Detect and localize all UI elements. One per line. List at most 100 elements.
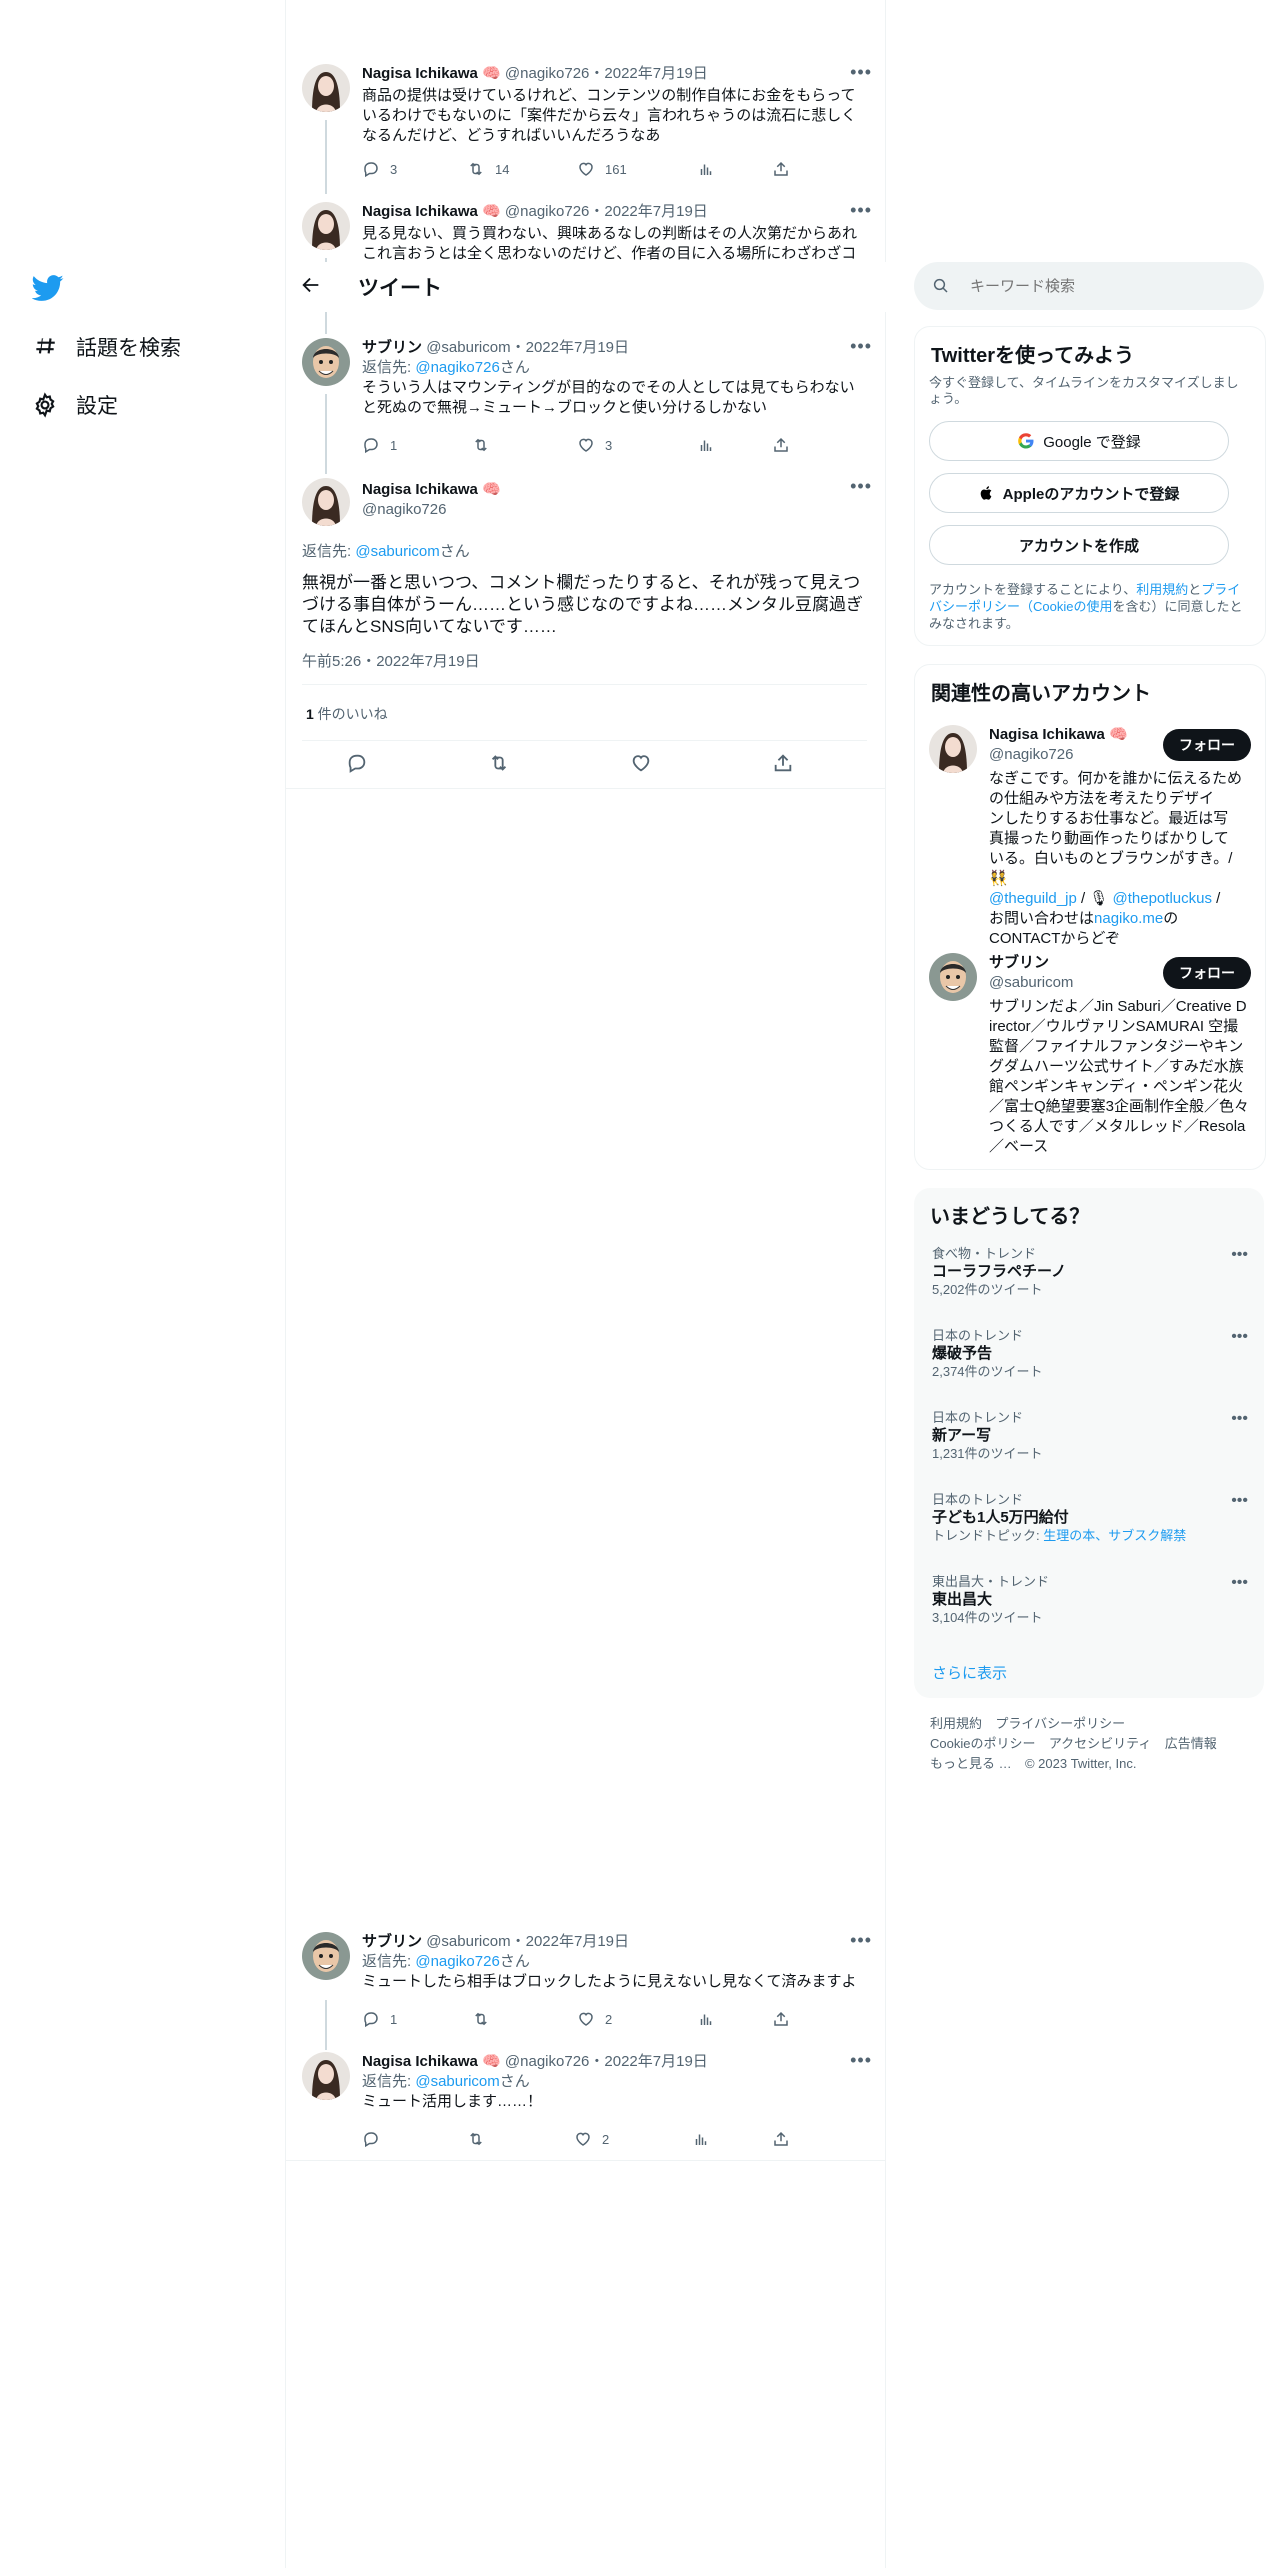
- more-options-icon[interactable]: •••: [850, 1930, 872, 1951]
- like-button[interactable]: 2: [574, 2130, 609, 2148]
- apple-signup-button[interactable]: Appleのアカウントで登録: [929, 473, 1229, 513]
- display-name[interactable]: サブリン: [362, 339, 422, 356]
- avatar[interactable]: [302, 478, 350, 526]
- likes-summary[interactable]: 1 件のいいね: [306, 704, 388, 724]
- display-name[interactable]: Nagisa Ichikawa 🧠: [362, 2053, 501, 2070]
- account-name[interactable]: Nagisa Ichikawa 🧠: [989, 725, 1128, 745]
- reply-handle-link[interactable]: @saburicom: [415, 2073, 499, 2090]
- more-options-icon[interactable]: •••: [1231, 1574, 1248, 1592]
- trend-item[interactable]: 東出昌大・トレンド 東出昌大 3,104件のツイート •••: [932, 1574, 1248, 1626]
- account-handle[interactable]: @saburicom: [989, 973, 1073, 993]
- reply-button[interactable]: 1: [362, 436, 397, 454]
- footer-terms-link[interactable]: 利用規約: [930, 1716, 982, 1731]
- share-button[interactable]: [772, 2010, 790, 2028]
- more-options-icon[interactable]: •••: [850, 62, 872, 83]
- trend-item[interactable]: 日本のトレンド 子ども1人5万円給付 トレンドトピック: 生理の本、サブスク解禁…: [932, 1492, 1248, 1544]
- tweet-date[interactable]: 2022年7月19日: [604, 65, 707, 82]
- reply-handle-link[interactable]: @saburicom: [355, 543, 439, 560]
- user-handle[interactable]: @saburicom: [426, 339, 510, 356]
- share-button[interactable]: [772, 752, 794, 779]
- footer-accessibility-link[interactable]: アクセシビリティ: [1049, 1736, 1152, 1751]
- trend-topics-links[interactable]: 生理の本、サブスク解禁: [1043, 1528, 1186, 1543]
- avatar[interactable]: [302, 2052, 350, 2100]
- more-options-icon[interactable]: •••: [850, 476, 872, 497]
- retweet-button[interactable]: [472, 2010, 500, 2028]
- avatar[interactable]: [302, 1932, 350, 1980]
- reply-handle-link[interactable]: @nagiko726: [415, 359, 499, 376]
- back-arrow-icon[interactable]: [300, 274, 324, 298]
- bio-link[interactable]: @theguild_jp: [989, 890, 1077, 907]
- google-signup-button[interactable]: Google で登録: [929, 421, 1229, 461]
- retweet-button[interactable]: [488, 752, 510, 779]
- analytics-button[interactable]: [697, 2010, 715, 2028]
- more-options-icon[interactable]: •••: [1231, 1410, 1248, 1428]
- terms-link[interactable]: 利用規約: [1136, 582, 1188, 597]
- analytics-button[interactable]: [692, 2130, 710, 2148]
- display-name[interactable]: Nagisa Ichikawa 🧠: [362, 65, 501, 82]
- display-name[interactable]: サブリン: [362, 1933, 422, 1950]
- retweet-button[interactable]: 14: [467, 160, 509, 178]
- more-options-icon[interactable]: •••: [850, 2050, 872, 2071]
- trend-item[interactable]: 日本のトレンド 新アー写 1,231件のツイート •••: [932, 1410, 1248, 1462]
- like-button[interactable]: [630, 752, 652, 779]
- create-account-button[interactable]: アカウントを作成: [929, 525, 1229, 565]
- follow-button[interactable]: フォロー: [1163, 957, 1251, 989]
- display-name[interactable]: Nagisa Ichikawa 🧠: [362, 480, 501, 500]
- reply-button[interactable]: [362, 2130, 390, 2148]
- follow-button[interactable]: フォロー: [1163, 729, 1251, 761]
- share-button[interactable]: [772, 2130, 790, 2148]
- avatar[interactable]: [929, 953, 977, 1001]
- account-name[interactable]: サブリン: [989, 953, 1073, 973]
- search-input[interactable]: [968, 276, 1232, 296]
- tweet-date[interactable]: 2022年7月19日: [526, 1933, 629, 1950]
- account-handle[interactable]: @nagiko726: [989, 745, 1128, 765]
- like-button[interactable]: 2: [577, 2010, 612, 2028]
- share-button[interactable]: [772, 436, 790, 454]
- like-button[interactable]: 3: [577, 436, 612, 454]
- trend-item[interactable]: 食べ物・トレンド コーラフラペチーノ 5,202件のツイート •••: [932, 1246, 1248, 1298]
- bio-link[interactable]: nagiko.me: [1094, 910, 1163, 927]
- avatar[interactable]: [302, 202, 350, 250]
- tweet[interactable]: サブリン @saburicom・2022年7月19日 返信先: @nagiko7…: [286, 1924, 886, 2036]
- tweet-date[interactable]: 2022年7月19日: [604, 2053, 707, 2070]
- tweet[interactable]: サブリン @saburicom・2022年7月19日 返信先: @nagiko7…: [286, 330, 886, 470]
- more-options-icon[interactable]: •••: [850, 200, 872, 221]
- reply-button[interactable]: 1: [362, 2010, 397, 2028]
- retweet-button[interactable]: [467, 2130, 495, 2148]
- tweet[interactable]: Nagisa Ichikawa 🧠 @nagiko726・2022年7月19日 …: [286, 56, 886, 186]
- footer-ads-link[interactable]: 広告情報: [1165, 1736, 1217, 1751]
- tweet[interactable]: Nagisa Ichikawa 🧠 @nagiko726・2022年7月19日 …: [286, 194, 886, 262]
- reply-handle-link[interactable]: @nagiko726: [415, 1953, 499, 1970]
- avatar[interactable]: [302, 64, 350, 112]
- footer-cookie-link[interactable]: Cookieのポリシー: [930, 1736, 1035, 1751]
- bio-link[interactable]: @thepotluckus: [1113, 890, 1212, 907]
- tweet-timestamp[interactable]: 午前5:26・2022年7月19日: [302, 650, 480, 671]
- show-more-link[interactable]: さらに表示: [932, 1662, 1007, 1683]
- retweet-button[interactable]: [472, 436, 500, 454]
- analytics-button[interactable]: [697, 436, 715, 454]
- search-box[interactable]: [914, 262, 1264, 310]
- nav-settings[interactable]: 設定: [32, 390, 118, 420]
- footer-privacy-link[interactable]: プライバシーポリシー: [995, 1716, 1125, 1731]
- more-options-icon[interactable]: •••: [850, 336, 872, 357]
- user-handle[interactable]: @nagiko726: [505, 2053, 589, 2070]
- twitter-logo-icon[interactable]: [31, 272, 64, 304]
- tweet[interactable]: Nagisa Ichikawa 🧠 @nagiko726・2022年7月19日 …: [286, 2044, 886, 2161]
- share-button[interactable]: [772, 160, 790, 178]
- analytics-button[interactable]: [697, 160, 715, 178]
- avatar[interactable]: [929, 725, 977, 773]
- user-handle[interactable]: @nagiko726: [362, 500, 501, 520]
- more-options-icon[interactable]: •••: [1231, 1246, 1248, 1264]
- trend-item[interactable]: 日本のトレンド 爆破予告 2,374件のツイート •••: [932, 1328, 1248, 1380]
- like-button[interactable]: 161: [577, 160, 627, 178]
- avatar[interactable]: [302, 338, 350, 386]
- reply-button[interactable]: [346, 752, 368, 779]
- footer-more-link[interactable]: もっと見る …: [930, 1756, 1012, 1771]
- tweet-date[interactable]: 2022年7月19日: [604, 203, 707, 220]
- display-name[interactable]: Nagisa Ichikawa 🧠: [362, 203, 501, 220]
- user-handle[interactable]: @nagiko726: [505, 65, 589, 82]
- tweet-date[interactable]: 2022年7月19日: [526, 339, 629, 356]
- user-handle[interactable]: @nagiko726: [505, 203, 589, 220]
- nav-explore[interactable]: 話題を検索: [32, 332, 181, 362]
- user-handle[interactable]: @saburicom: [426, 1933, 510, 1950]
